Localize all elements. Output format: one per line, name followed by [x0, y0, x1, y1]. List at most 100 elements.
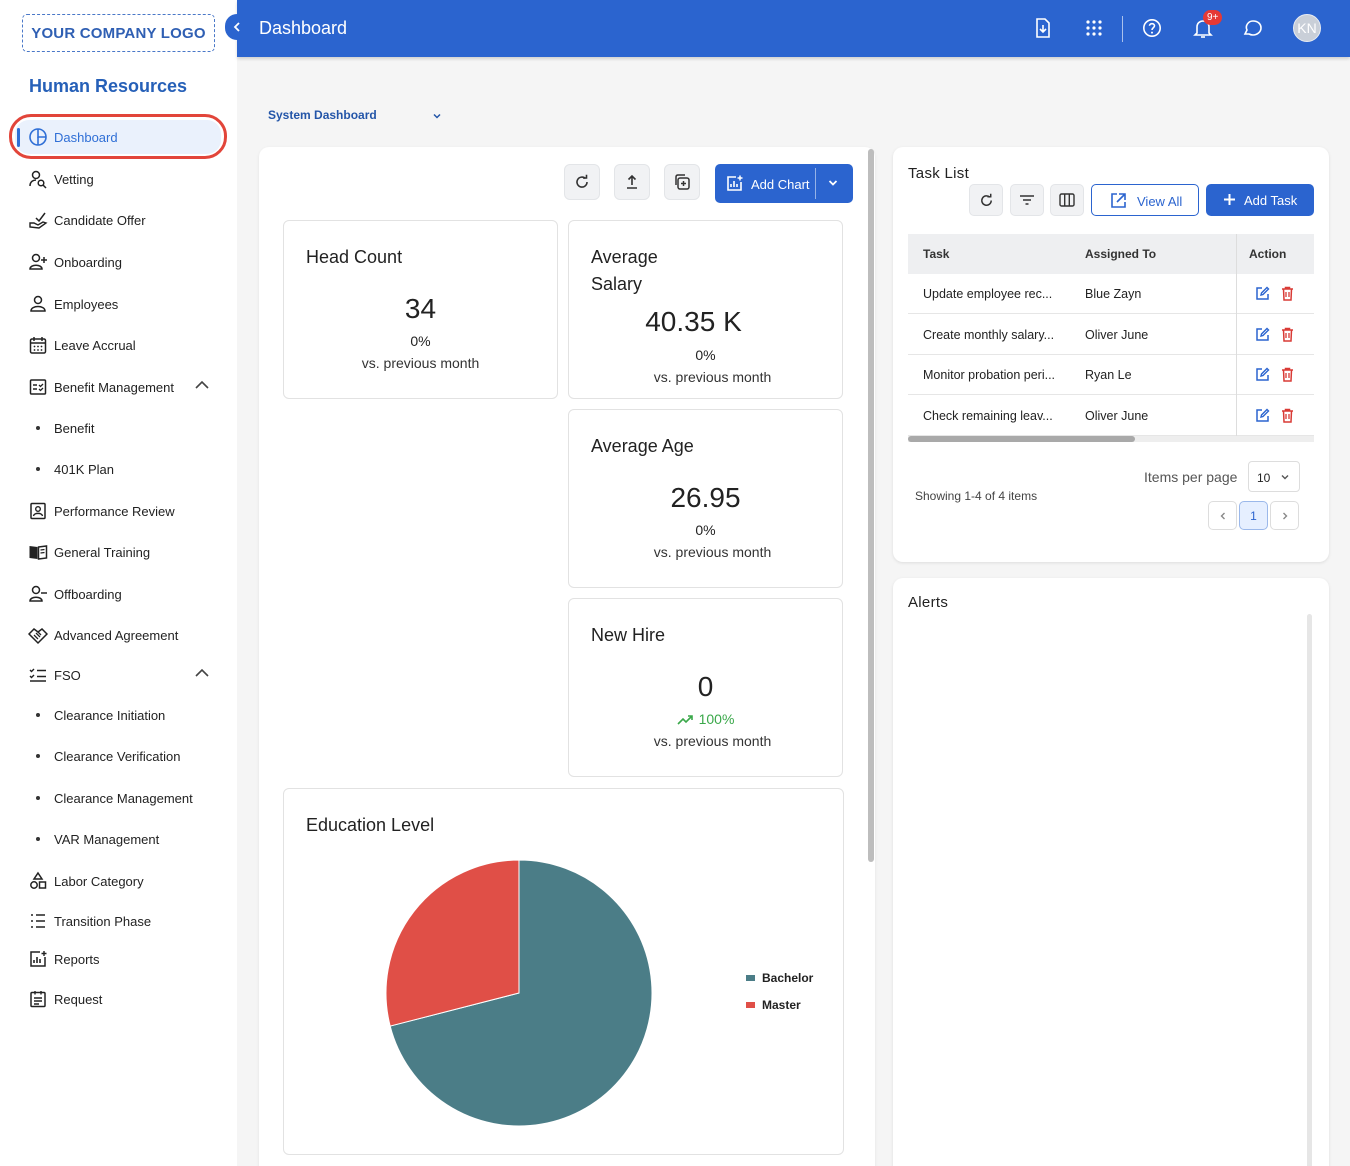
chevron-down-icon[interactable] — [431, 110, 443, 122]
column-header-assigned-to[interactable]: Assigned To — [1085, 247, 1156, 261]
view-all-button[interactable]: View All — [1091, 184, 1199, 216]
sidebar: YOUR COMPANY LOGO Human Resources Dashbo… — [0, 0, 237, 1166]
alerts-title: Alerts — [908, 594, 949, 611]
book-icon — [28, 542, 48, 562]
help-icon[interactable] — [1140, 16, 1164, 40]
table-row[interactable]: Monitor probation peri... Ryan Le — [908, 355, 1314, 395]
sidebar-item-label: Candidate Offer — [54, 212, 146, 228]
checklist-icon — [28, 377, 48, 397]
sidebar-item-candidate-offer[interactable]: Candidate Offer — [0, 200, 237, 240]
avatar[interactable]: KN — [1293, 14, 1321, 42]
sidebar-item-benefit[interactable]: Benefit — [0, 408, 237, 448]
sidebar-item-label: Transition Phase — [54, 913, 152, 929]
sidebar-item-vetting[interactable]: Vetting — [0, 159, 237, 199]
sidebar-item-fso[interactable]: FSO — [0, 655, 237, 695]
sidebar-collapse-button[interactable] — [225, 14, 249, 40]
apps-grid-icon[interactable] — [1082, 16, 1106, 40]
sidebar-item-clearance-verification[interactable]: Clearance Verification — [0, 736, 237, 776]
sidebar-item-offboarding[interactable]: Offboarding — [0, 574, 237, 614]
sidebar-item-label: Dashboard — [54, 129, 118, 145]
sidebar-item-var-management[interactable]: VAR Management — [0, 819, 237, 859]
chevron-up-icon[interactable] — [194, 377, 210, 393]
legend-label-master[interactable]: Master — [762, 998, 801, 1012]
items-per-page-select[interactable]: 10 — [1248, 461, 1300, 492]
sidebar-item-performance-review[interactable]: Performance Review — [0, 491, 237, 531]
task-filter-button[interactable] — [1010, 184, 1044, 216]
panel-scrollbar[interactable] — [868, 149, 874, 862]
sidebar-item-onboarding[interactable]: Onboarding — [0, 242, 237, 282]
edit-icon[interactable] — [1255, 367, 1270, 382]
chevron-down-icon[interactable] — [827, 177, 839, 189]
bullet-dot — [36, 467, 40, 471]
plus-icon — [1223, 193, 1236, 206]
page-button-1[interactable]: 1 — [1239, 501, 1268, 530]
card-title: New Hire — [591, 625, 666, 645]
delete-icon[interactable] — [1281, 408, 1294, 423]
duplicate-button[interactable] — [664, 164, 700, 200]
average-salary-card: Average Salary 40.35 K 0% vs. previous m… — [568, 220, 843, 399]
card-value: 26.95 — [670, 482, 741, 513]
add-chart-button[interactable]: Add Chart — [715, 164, 853, 203]
chevron-left-icon — [231, 21, 243, 33]
sidebar-item-benefit-management[interactable]: Benefit Management — [0, 367, 237, 407]
sidebar-item-label: Clearance Initiation — [54, 707, 166, 723]
download-file-icon[interactable] — [1031, 16, 1055, 40]
person-add-icon — [28, 252, 48, 272]
sidebar-item-dashboard[interactable]: Dashboard — [0, 117, 237, 157]
card-compare: vs. previous month — [653, 544, 772, 560]
table-row[interactable]: Update employee rec... Blue Zayn — [908, 274, 1314, 314]
assigned-cell: Blue Zayn — [1085, 287, 1142, 301]
person-remove-icon — [28, 584, 48, 604]
next-page-button[interactable] — [1270, 501, 1299, 530]
delete-icon[interactable] — [1281, 367, 1294, 382]
edit-icon[interactable] — [1255, 286, 1270, 301]
chevron-up-icon[interactable] — [194, 665, 210, 681]
sidebar-item-advanced-agreement[interactable]: Advanced Agreement — [0, 615, 237, 655]
sidebar-item-employees[interactable]: Employees — [0, 284, 237, 324]
card-change: 0% — [695, 347, 716, 363]
delete-icon[interactable] — [1281, 286, 1294, 301]
alerts-scrollbar[interactable] — [1307, 614, 1312, 1166]
chat-icon[interactable] — [1241, 16, 1265, 40]
new-hire-card: New Hire 0 100% vs. previous month — [568, 598, 843, 777]
sidebar-item-label: Onboarding — [54, 254, 122, 270]
company-logo-text: YOUR COMPANY LOGO — [31, 24, 206, 42]
split-divider — [815, 168, 816, 199]
trending-up-icon — [677, 715, 693, 725]
delete-icon[interactable] — [1281, 327, 1294, 342]
table-scrollbar[interactable] — [908, 436, 1135, 442]
sidebar-item-label: Reports — [54, 951, 100, 967]
refresh-button[interactable] — [564, 164, 600, 200]
export-button[interactable] — [614, 164, 650, 200]
sidebar-item-clearance-management[interactable]: Clearance Management — [0, 778, 237, 818]
column-header-task[interactable]: Task — [923, 247, 949, 261]
task-refresh-button[interactable] — [969, 184, 1003, 216]
task-columns-button[interactable] — [1050, 184, 1084, 216]
legend-swatch-bachelor — [746, 975, 755, 981]
sidebar-item-leave-accrual[interactable]: Leave Accrual — [0, 325, 237, 365]
task-cell: Monitor probation peri... — [923, 368, 1056, 382]
sidebar-item-request[interactable]: Request — [0, 979, 237, 1019]
table-row[interactable]: Check remaining leav... Oliver June — [908, 396, 1314, 436]
bullet-dot — [36, 754, 40, 758]
table-row[interactable]: Create monthly salary... Oliver June — [908, 315, 1314, 355]
sidebar-item-label: Benefit — [54, 420, 95, 436]
prev-page-button[interactable] — [1208, 501, 1237, 530]
sidebar-item-reports[interactable]: Reports — [0, 939, 237, 979]
sidebar-item-transition-phase[interactable]: Transition Phase — [0, 901, 237, 941]
sidebar-item-labor-category[interactable]: Labor Category — [0, 861, 237, 901]
chevron-down-icon — [1280, 472, 1290, 482]
topbar-divider — [1122, 16, 1123, 42]
edit-icon[interactable] — [1255, 408, 1270, 423]
sidebar-item-label: Benefit Management — [54, 379, 174, 395]
dashboard-select[interactable]: System Dashboard — [268, 108, 377, 122]
sidebar-item-401k-plan[interactable]: 401K Plan — [0, 449, 237, 489]
sidebar-item-clearance-initiation[interactable]: Clearance Initiation — [0, 695, 237, 735]
upload-icon — [624, 174, 640, 190]
company-logo[interactable]: YOUR COMPANY LOGO — [22, 14, 215, 52]
edit-icon[interactable] — [1255, 327, 1270, 342]
add-task-button[interactable]: Add Task — [1206, 184, 1314, 216]
legend-label-bachelor[interactable]: Bachelor — [762, 971, 814, 985]
sidebar-item-label: Leave Accrual — [54, 337, 136, 353]
sidebar-item-general-training[interactable]: General Training — [0, 532, 237, 572]
